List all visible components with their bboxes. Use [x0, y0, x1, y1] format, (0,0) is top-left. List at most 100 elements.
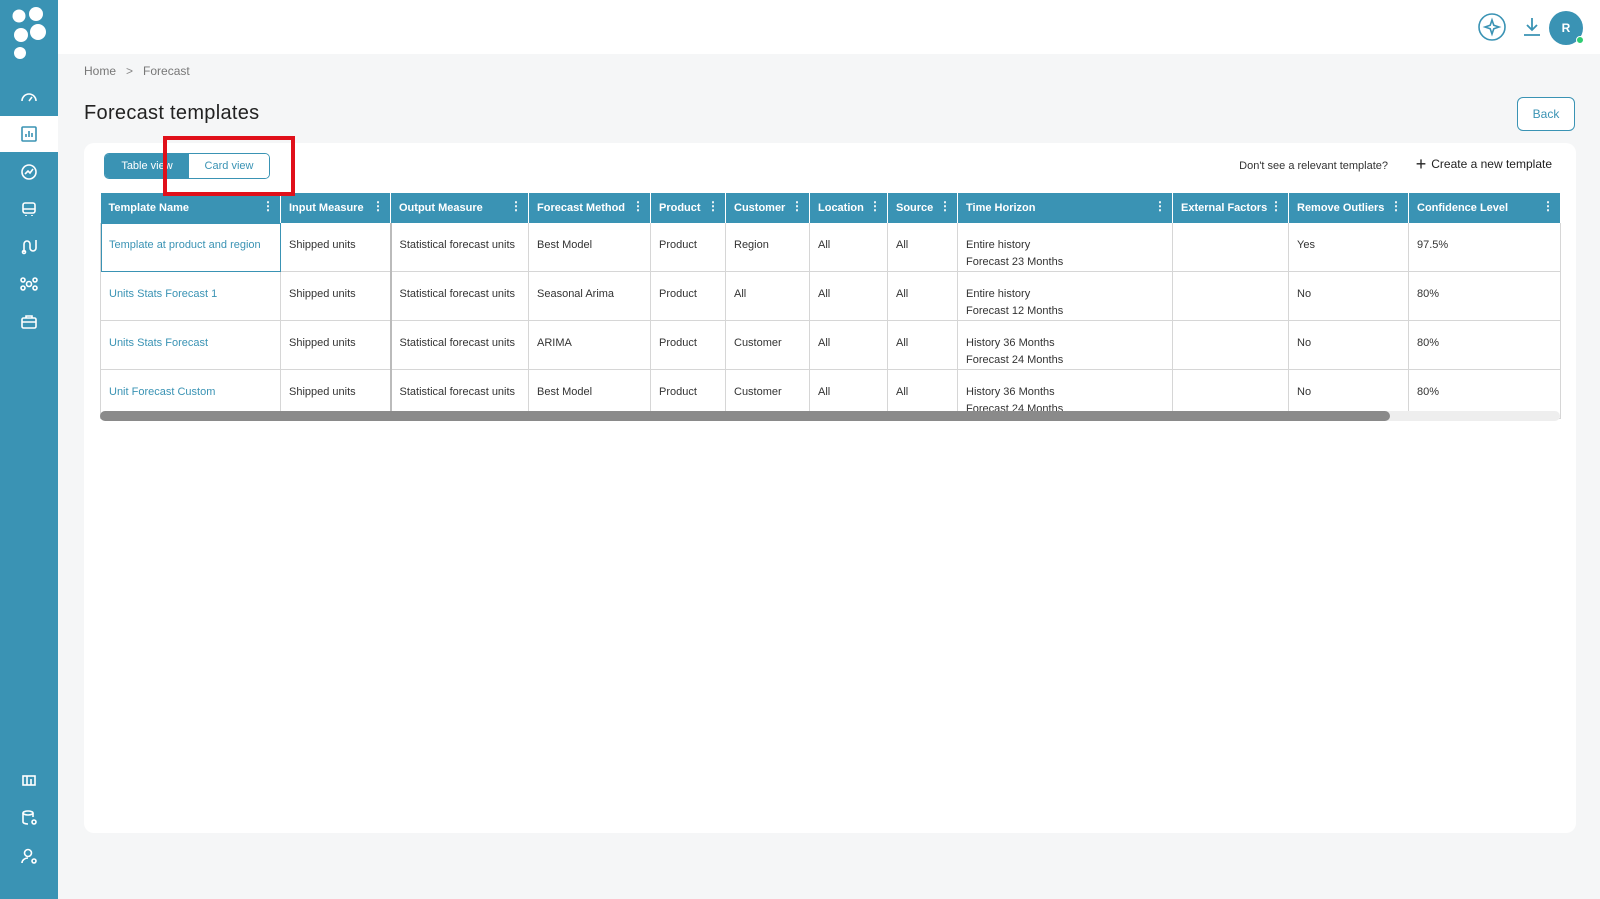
- sidebar-item-portfolio[interactable]: [0, 304, 58, 340]
- table-row[interactable]: Units Stats Forecast Shipped units Stati…: [100, 320, 1561, 370]
- sidebar-item-dashboard[interactable]: [0, 79, 58, 115]
- table-cell: All: [725, 271, 810, 321]
- column-menu-icon[interactable]: ⋮: [869, 200, 881, 212]
- column-menu-icon[interactable]: ⋮: [1270, 200, 1282, 212]
- column-menu-icon[interactable]: ⋮: [510, 200, 522, 212]
- column-header-label: Product: [659, 202, 701, 214]
- sidebar-item-analytics[interactable]: [0, 154, 58, 190]
- create-template-button[interactable]: + Create a new template: [1416, 155, 1552, 173]
- column-menu-icon[interactable]: ⋮: [372, 200, 384, 212]
- table-cell: Best Model: [528, 223, 651, 272]
- table-cell: [1172, 320, 1289, 370]
- sidebar-item-reports[interactable]: [0, 116, 58, 152]
- user-avatar[interactable]: R: [1549, 11, 1584, 45]
- column-header[interactable]: External Factors ⋮: [1172, 193, 1289, 223]
- column-header[interactable]: Forecast Method ⋮: [528, 193, 651, 223]
- time-horizon-history: History 36 Months: [966, 386, 1055, 398]
- online-status-dot: [1576, 36, 1584, 44]
- card-view-button[interactable]: Card view: [189, 154, 269, 178]
- table-cell: Region: [725, 223, 810, 272]
- column-header[interactable]: Time Horizon ⋮: [957, 193, 1173, 223]
- sidebar-item-database-settings[interactable]: [0, 800, 58, 836]
- table-cell: Shipped units: [280, 271, 392, 321]
- table-header-row: Template Name ⋮ Input Measure ⋮ Output Mea…: [100, 193, 1561, 223]
- column-header[interactable]: Product ⋮: [650, 193, 726, 223]
- column-header[interactable]: Output Measure ⋮: [390, 193, 529, 223]
- horizontal-scrollbar[interactable]: [100, 411, 1560, 421]
- column-header-label: Template Name: [108, 202, 190, 214]
- column-header[interactable]: Template Name ⋮: [100, 193, 281, 223]
- back-button[interactable]: Back: [1517, 97, 1575, 131]
- table-row[interactable]: Template at product and region Shipped u…: [100, 223, 1561, 272]
- user-settings-icon: [21, 848, 37, 864]
- transport-icon: [22, 202, 36, 216]
- sidebar-item-network[interactable]: [0, 266, 58, 302]
- table-cell: Statistical forecast units: [390, 320, 529, 370]
- table-cell: Product: [650, 223, 726, 272]
- sidebar-item-user-settings[interactable]: [0, 838, 58, 874]
- column-header-label: Input Measure: [289, 202, 364, 214]
- template-name-link[interactable]: Units Stats Forecast: [100, 320, 281, 370]
- data-table-icon: [22, 775, 36, 786]
- sidebar-item-data-table[interactable]: [0, 762, 58, 798]
- app-logo[interactable]: [10, 6, 48, 62]
- ai-sparkle-icon: [1478, 13, 1506, 41]
- route-icon: [21, 240, 37, 255]
- download-button[interactable]: [1517, 12, 1547, 42]
- table-cell: Yes: [1288, 223, 1409, 272]
- breadcrumb-home[interactable]: Home: [84, 64, 116, 78]
- scrollbar-thumb[interactable]: [100, 411, 1390, 421]
- sidebar-item-transport[interactable]: [0, 191, 58, 227]
- table-view-button[interactable]: Table view: [105, 154, 189, 178]
- time-horizon-forecast: Forecast 24 Months: [966, 354, 1064, 366]
- table-cell: No: [1288, 271, 1409, 321]
- time-horizon-forecast: Forecast 12 Months: [966, 305, 1064, 317]
- table-cell: No: [1288, 320, 1409, 370]
- column-header[interactable]: Confidence Level ⋮: [1408, 193, 1561, 223]
- column-header-label: Source: [896, 202, 934, 214]
- ai-assistant-button[interactable]: [1477, 12, 1507, 42]
- table-cell: Product: [650, 271, 726, 321]
- table-cell: All: [809, 320, 888, 370]
- sidebar-item-routes[interactable]: [0, 228, 58, 264]
- breadcrumb-separator: >: [126, 64, 134, 78]
- briefcase-icon: [21, 315, 37, 329]
- template-name-link[interactable]: Template at product and region: [100, 223, 281, 272]
- column-menu-icon[interactable]: ⋮: [1542, 200, 1554, 212]
- time-horizon-cell: Entire history Forecast 12 Months: [957, 271, 1173, 321]
- column-header[interactable]: Source ⋮: [887, 193, 958, 223]
- column-menu-icon[interactable]: ⋮: [939, 200, 951, 212]
- dashboard-gauge-icon: [21, 93, 37, 102]
- column-header-label: Time Horizon: [966, 202, 1036, 214]
- templates-table-wrapper: Template Name ⋮ Input Measure ⋮ Output Mea…: [100, 193, 1561, 421]
- column-header[interactable]: Location ⋮: [809, 193, 888, 223]
- column-menu-icon[interactable]: ⋮: [791, 200, 803, 212]
- column-menu-icon[interactable]: ⋮: [1390, 200, 1402, 212]
- breadcrumb: Home > Forecast: [84, 64, 190, 78]
- column-menu-icon[interactable]: ⋮: [632, 200, 644, 212]
- template-name-link[interactable]: Units Stats Forecast 1: [100, 271, 281, 321]
- column-header[interactable]: Customer ⋮: [725, 193, 810, 223]
- top-bar: R: [58, 0, 1600, 54]
- breadcrumb-current: Forecast: [143, 64, 190, 78]
- analytics-trend-icon: [21, 164, 37, 180]
- column-header-label: Customer: [734, 202, 786, 214]
- page-title: Forecast templates: [84, 102, 260, 124]
- table-row[interactable]: Units Stats Forecast 1 Shipped units Sta…: [100, 271, 1561, 321]
- time-horizon-forecast: Forecast 23 Months: [966, 256, 1064, 268]
- time-horizon-cell: History 36 Months Forecast 24 Months: [957, 320, 1173, 370]
- download-icon: [1524, 18, 1540, 36]
- column-menu-icon[interactable]: ⋮: [262, 200, 274, 212]
- templates-panel: Table view Card view Don't see a relevan…: [84, 143, 1576, 833]
- column-menu-icon[interactable]: ⋮: [1154, 200, 1166, 212]
- table-cell: ARIMA: [528, 320, 651, 370]
- column-menu-icon[interactable]: ⋮: [707, 200, 719, 212]
- table-cell: 97.5%: [1408, 223, 1561, 272]
- column-header[interactable]: Remove Outliers ⋮: [1288, 193, 1409, 223]
- column-header-label: Forecast Method: [537, 202, 626, 214]
- database-settings-icon: [22, 810, 37, 825]
- time-horizon-history: History 36 Months: [966, 337, 1055, 349]
- table-cell: Customer: [725, 320, 810, 370]
- column-header[interactable]: Input Measure ⋮: [280, 193, 391, 223]
- table-cell: All: [887, 320, 958, 370]
